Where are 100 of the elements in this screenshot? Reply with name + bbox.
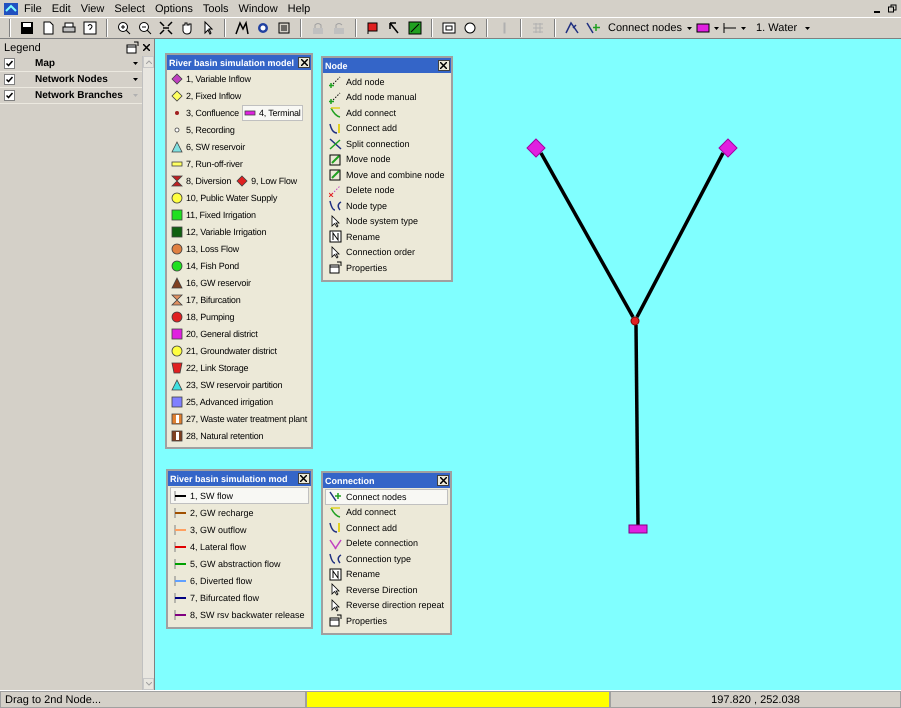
- water-type-dropdown[interactable]: 1. Water: [753, 22, 814, 34]
- branch-line[interactable]: [539, 152, 635, 318]
- palette-option[interactable]: 7, Run-off-river: [169, 156, 245, 172]
- palette-option[interactable]: 9, Low Flow: [234, 172, 299, 188]
- tool-item[interactable]: Connect add: [325, 120, 449, 136]
- palette-option[interactable]: 5, Recording: [169, 122, 237, 138]
- palette-option[interactable]: 18, Pumping: [169, 308, 236, 324]
- branch-type-item[interactable]: 7, Bifurcated flow: [170, 589, 309, 606]
- tool-item[interactable]: Connection type: [325, 551, 448, 566]
- menu-item[interactable]: Options: [150, 2, 197, 14]
- dropdown-arrow-icon[interactable]: [741, 26, 746, 30]
- branch-type-item[interactable]: 3, GW outflow: [170, 521, 309, 538]
- branch-type-item[interactable]: 2, GW recharge: [170, 504, 309, 521]
- tool-item[interactable]: Connection order: [325, 244, 449, 260]
- menu-item[interactable]: Help: [284, 2, 314, 14]
- palette-option[interactable]: 27, Waste water treatment plant: [169, 410, 310, 426]
- palette-option[interactable]: 10, Public Water Supply: [169, 190, 280, 206]
- branch-type-item[interactable]: 6, Diverted flow: [170, 572, 309, 589]
- menu-item[interactable]: Window: [234, 2, 282, 14]
- tool-item[interactable]: Properties: [325, 260, 449, 276]
- framed-box-icon: [329, 568, 342, 581]
- branch-type-item[interactable]: 4, Lateral flow: [170, 538, 309, 555]
- menu-item[interactable]: Select: [110, 2, 149, 14]
- palette-option[interactable]: 20, General district: [169, 326, 260, 342]
- tool-item[interactable]: Reverse Direction: [325, 582, 448, 598]
- diamond-node[interactable]: [718, 138, 738, 158]
- diamond-icon: [171, 72, 183, 84]
- branch-type-item[interactable]: 5, GW abstraction flow: [170, 555, 309, 572]
- zoom-extent-icon: [158, 20, 174, 36]
- pointer-icon: [329, 583, 342, 596]
- diamond-node[interactable]: [526, 138, 546, 158]
- layer-checkbox[interactable]: [4, 74, 15, 85]
- tool-item[interactable]: Node system type: [325, 214, 449, 229]
- tool-item[interactable]: Add node: [325, 74, 449, 90]
- grid-icon: [530, 20, 546, 36]
- palette-option[interactable]: 3, Confluence: [169, 104, 241, 120]
- tool-item[interactable]: Add connect: [325, 105, 449, 120]
- palette-option[interactable]: 14, Fish Pond: [169, 258, 241, 274]
- terminal-node[interactable]: [628, 524, 648, 534]
- tool-item[interactable]: Move and combine node: [325, 167, 449, 182]
- branch-line[interactable]: [634, 324, 640, 526]
- palette-option[interactable]: 8, Diversion: [169, 172, 234, 188]
- dropdown-arrow-icon[interactable]: [687, 26, 692, 30]
- restore-icon[interactable]: [888, 4, 897, 13]
- tool-item[interactable]: Connect nodes: [325, 489, 448, 504]
- help-icon: [82, 20, 98, 36]
- palette-option[interactable]: 17, Bifurcation: [169, 292, 243, 308]
- palette-option[interactable]: 2, Fixed Inflow: [169, 88, 244, 104]
- layer-checkbox[interactable]: [4, 90, 15, 101]
- palette-option[interactable]: 1, Variable Inflow: [169, 70, 253, 86]
- dropdown-arrow-icon[interactable]: [714, 26, 719, 30]
- close-button[interactable]: [298, 473, 310, 484]
- palette-option[interactable]: 28, Natural retention: [169, 428, 266, 444]
- menu-item[interactable]: File: [20, 2, 46, 14]
- frame-icon: [276, 20, 292, 36]
- dropdown-arrow-icon[interactable]: [133, 62, 138, 65]
- branch-type-item[interactable]: 1, SW flow: [170, 487, 309, 504]
- tool-item[interactable]: Connect add: [325, 520, 448, 536]
- tool-item[interactable]: Delete node: [325, 182, 449, 198]
- map-canvas[interactable]: [155, 39, 901, 690]
- close-button[interactable]: [438, 60, 450, 71]
- properties-icon[interactable]: [126, 41, 139, 54]
- tool-item[interactable]: Move node: [325, 152, 449, 167]
- tool-item[interactable]: Rename: [325, 229, 449, 244]
- tool-item[interactable]: Add node manual: [325, 90, 449, 105]
- layer-checkbox[interactable]: [4, 58, 15, 69]
- palette-option[interactable]: 21, Groundwater district: [169, 342, 279, 358]
- palette-option[interactable]: 13, Loss Flow: [169, 240, 241, 256]
- layer-label: Network Nodes: [34, 74, 109, 85]
- palette-option[interactable]: 25, Advanced irrigation: [169, 394, 275, 410]
- branch-line[interactable]: [635, 152, 725, 318]
- confluence-node[interactable]: [630, 316, 640, 326]
- check-icon: [6, 76, 13, 83]
- zoom-out-icon: [137, 20, 153, 36]
- close-button[interactable]: [437, 475, 450, 486]
- palette-option[interactable]: 16, GW reservoir: [169, 274, 253, 290]
- dropdown-arrow-icon[interactable]: [133, 78, 138, 81]
- tool-item[interactable]: Reverse direction repeat: [325, 598, 448, 613]
- check-icon: [6, 92, 13, 99]
- zoom-in-icon: [116, 20, 132, 36]
- close-button[interactable]: [298, 57, 310, 68]
- pointer-icon: [329, 246, 342, 259]
- palette-option[interactable]: 6, SW reservoir: [169, 138, 248, 154]
- branch-type-item[interactable]: 8, SW rsv backwater release: [170, 606, 309, 623]
- palette-option[interactable]: 11, Fixed Irrigation: [169, 206, 258, 222]
- tool-item[interactable]: Rename: [325, 566, 448, 582]
- dropdown-arrow-icon[interactable]: [805, 26, 810, 30]
- tool-item[interactable]: Split connection: [325, 136, 449, 152]
- tool-item[interactable]: Add connect: [325, 504, 448, 520]
- menu-item[interactable]: Edit: [48, 2, 75, 14]
- menu-item[interactable]: View: [76, 2, 108, 14]
- palette-option[interactable]: 23, SW reservoir partition: [169, 376, 284, 392]
- tool-item[interactable]: Properties: [325, 613, 448, 628]
- palette-option[interactable]: 4, Terminal: [242, 104, 303, 120]
- tool-item[interactable]: Node type: [325, 198, 449, 214]
- palette-option[interactable]: 12, Variable Irrigation: [169, 224, 268, 240]
- palette-option[interactable]: 22, Link Storage: [169, 360, 250, 376]
- curve-icon: [329, 552, 342, 566]
- tool-item[interactable]: Delete connection: [325, 536, 448, 551]
- menu-item[interactable]: Tools: [198, 2, 233, 14]
